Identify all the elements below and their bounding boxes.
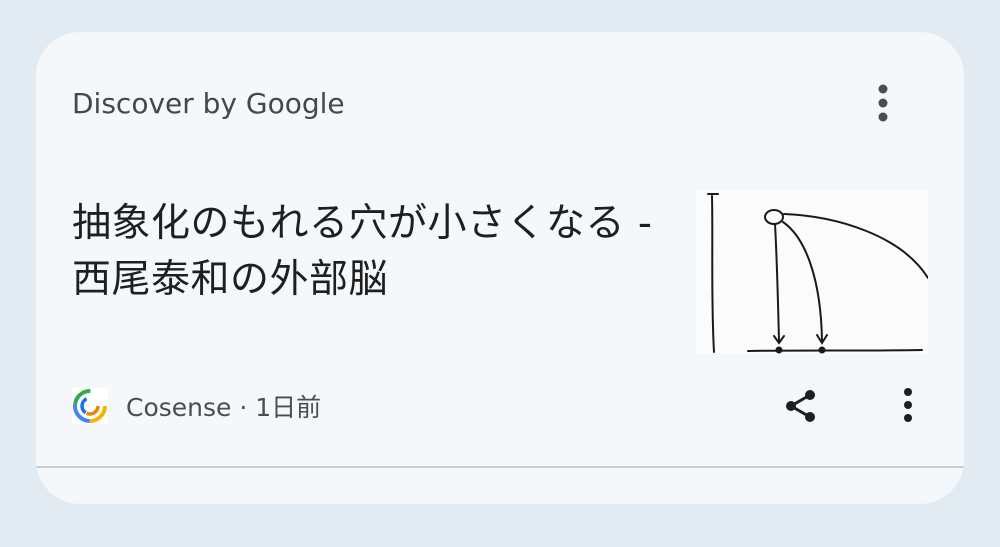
header-more-button[interactable]	[863, 79, 903, 127]
source-row: Cosense · 1日前	[72, 384, 321, 428]
card-divider	[36, 466, 964, 468]
article-title[interactable]: 抽象化のもれる穴が小さくなる - 西尾泰和の外部脳	[72, 196, 672, 308]
source-name-and-time: Cosense · 1日前	[126, 393, 322, 422]
cosense-logo-icon	[72, 388, 108, 424]
more-vert-icon	[904, 388, 912, 422]
discover-card: Discover by Google 抽象化のもれる穴が小さくなる - 西尾泰和…	[36, 32, 964, 504]
share-button[interactable]	[777, 382, 825, 430]
article-thumbnail[interactable]	[696, 190, 928, 354]
article-more-button[interactable]	[888, 381, 928, 429]
sketch-diagram-thumbnail	[696, 190, 928, 354]
card-header-title: Discover by Google	[72, 87, 345, 120]
more-vert-icon	[878, 84, 888, 122]
share-icon	[786, 390, 815, 422]
